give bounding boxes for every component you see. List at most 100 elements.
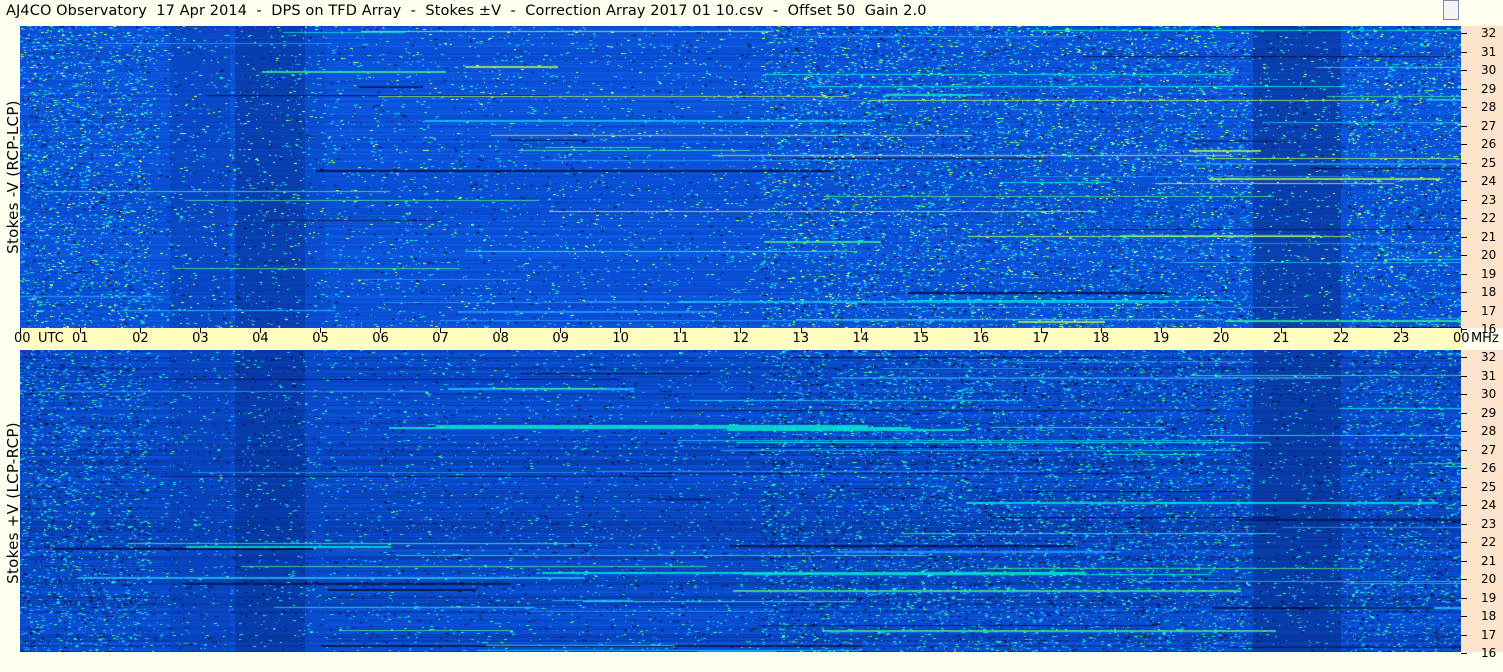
time-tick-label: 01 bbox=[72, 331, 89, 346]
time-tick-label: 20 bbox=[1212, 331, 1230, 346]
time-tick-label: 15 bbox=[912, 331, 930, 346]
bottom-spectrogram[interactable] bbox=[20, 350, 1461, 652]
freq-tick bbox=[1461, 542, 1467, 543]
time-tick-label: 07 bbox=[432, 331, 449, 346]
freq-tick bbox=[1461, 597, 1467, 599]
time-tick-label: 09 bbox=[552, 331, 569, 346]
freq-tick bbox=[1461, 375, 1467, 377]
freq-tick bbox=[1461, 33, 1467, 34]
freq-tick-label: 20 bbox=[1481, 572, 1497, 586]
freq-tick-label: 32 bbox=[1481, 350, 1497, 364]
freq-tick-label: 17 bbox=[1481, 627, 1497, 642]
time-tick-label: 17 bbox=[1032, 331, 1050, 346]
freq-tick bbox=[1461, 412, 1467, 414]
freq-tick-label: 23 bbox=[1481, 516, 1497, 531]
freq-tick bbox=[1461, 357, 1467, 358]
top-frequency-axis: 32 31 30 29 28 27 26 25 24 23 22 21 20 19 18 17 16 bbox=[1461, 26, 1503, 335]
freq-tick-label: 19 bbox=[1481, 590, 1497, 605]
time-tick-label: 06 bbox=[372, 331, 389, 346]
freq-tick-label: 29 bbox=[1481, 405, 1497, 420]
freq-tick-label: 28 bbox=[1481, 424, 1497, 438]
time-tick-label: 02 bbox=[132, 331, 149, 346]
freq-tick-label: 16 bbox=[1481, 646, 1497, 660]
freq-tick bbox=[1461, 255, 1467, 256]
freq-tick bbox=[1461, 273, 1467, 275]
freq-tick-label: 24 bbox=[1481, 174, 1497, 188]
freq-tick-label: 17 bbox=[1481, 303, 1497, 318]
freq-tick-label: 29 bbox=[1481, 81, 1497, 96]
freq-tick-label: 26 bbox=[1481, 137, 1497, 151]
time-tick-label: 13 bbox=[792, 331, 810, 346]
time-tick-label: 23 bbox=[1392, 331, 1410, 346]
freq-tick bbox=[1461, 449, 1467, 451]
freq-tick-label: 31 bbox=[1481, 44, 1497, 59]
freq-tick bbox=[1461, 653, 1467, 654]
time-axis: UTC MHz 00 01 02 03 04 05 06 07 08 09 10 11 12 13 14 15… bbox=[14, 328, 1499, 350]
freq-tick bbox=[1461, 199, 1467, 201]
freq-tick bbox=[1461, 468, 1467, 469]
freq-tick bbox=[1461, 486, 1467, 488]
freq-tick-label: 21 bbox=[1481, 553, 1497, 568]
freq-tick-label: 24 bbox=[1481, 498, 1497, 512]
freq-tick-label: 22 bbox=[1481, 211, 1497, 225]
freq-tick bbox=[1461, 634, 1467, 636]
time-tick-label: 08 bbox=[492, 331, 509, 346]
window-title: AJ4CO Observatory 17 Apr 2014 - DPS on T… bbox=[6, 3, 927, 19]
freq-tick-label: 23 bbox=[1481, 192, 1497, 207]
freq-tick bbox=[1461, 579, 1467, 580]
freq-tick-label: 21 bbox=[1481, 229, 1497, 244]
time-tick-label: 14 bbox=[852, 331, 870, 346]
bottom-frequency-axis: 32 31 30 29 28 27 26 25 24 23 22 21 20 19 18 17 16 bbox=[1461, 350, 1503, 659]
freq-tick bbox=[1461, 236, 1467, 238]
freq-tick bbox=[1461, 88, 1467, 90]
freq-tick-label: 27 bbox=[1481, 118, 1497, 133]
freq-tick-label: 18 bbox=[1481, 285, 1497, 299]
freq-tick-label: 27 bbox=[1481, 442, 1497, 457]
time-tick-label: 00 bbox=[1452, 331, 1470, 346]
time-tick-label: 21 bbox=[1272, 331, 1290, 346]
time-tick-label: 00 bbox=[14, 331, 31, 346]
freq-tick bbox=[1461, 162, 1467, 164]
freq-tick bbox=[1461, 292, 1467, 293]
freq-tick bbox=[1461, 144, 1467, 145]
time-tick-label: 10 bbox=[612, 331, 629, 346]
freq-tick-label: 30 bbox=[1481, 63, 1497, 77]
freq-tick-label: 19 bbox=[1481, 266, 1497, 281]
time-tick-label: 04 bbox=[252, 331, 269, 346]
freq-tick bbox=[1461, 394, 1467, 395]
freq-tick bbox=[1461, 181, 1467, 182]
freq-tick-label: 26 bbox=[1481, 461, 1497, 475]
time-tick-label: 11 bbox=[672, 331, 689, 346]
freq-tick-label: 25 bbox=[1481, 479, 1497, 494]
freq-tick bbox=[1461, 107, 1467, 108]
freq-tick bbox=[1461, 505, 1467, 506]
freq-tick bbox=[1461, 51, 1467, 53]
freq-tick-label: 20 bbox=[1481, 248, 1497, 262]
freq-tick bbox=[1461, 70, 1467, 71]
freq-tick bbox=[1461, 616, 1467, 617]
freq-tick bbox=[1461, 560, 1467, 562]
time-tick-label: 03 bbox=[192, 331, 209, 346]
mhz-unit-label: MHz bbox=[1470, 331, 1499, 346]
freq-tick-label: 31 bbox=[1481, 368, 1497, 383]
time-tick-label: 12 bbox=[732, 331, 750, 346]
time-tick-label: 05 bbox=[312, 331, 329, 346]
utc-label: UTC bbox=[38, 331, 64, 346]
freq-tick-label: 18 bbox=[1481, 609, 1497, 623]
top-spectrogram-canvas bbox=[20, 26, 1461, 328]
top-spectrogram[interactable] bbox=[20, 26, 1461, 328]
bottom-spectrogram-canvas bbox=[20, 350, 1461, 652]
time-tick-label: 18 bbox=[1092, 331, 1110, 346]
freq-tick-label: 32 bbox=[1481, 26, 1497, 40]
freq-tick-label: 30 bbox=[1481, 387, 1497, 401]
time-tick-label: 22 bbox=[1332, 331, 1350, 346]
freq-tick bbox=[1461, 125, 1467, 127]
freq-tick-label: 25 bbox=[1481, 155, 1497, 170]
freq-tick bbox=[1461, 218, 1467, 219]
freq-tick-label: 28 bbox=[1481, 100, 1497, 114]
time-tick-label: 19 bbox=[1152, 331, 1170, 346]
freq-tick bbox=[1461, 310, 1467, 312]
freq-tick bbox=[1461, 523, 1467, 525]
time-tick-label: 16 bbox=[972, 331, 990, 346]
window-close-button[interactable] bbox=[1443, 0, 1459, 20]
